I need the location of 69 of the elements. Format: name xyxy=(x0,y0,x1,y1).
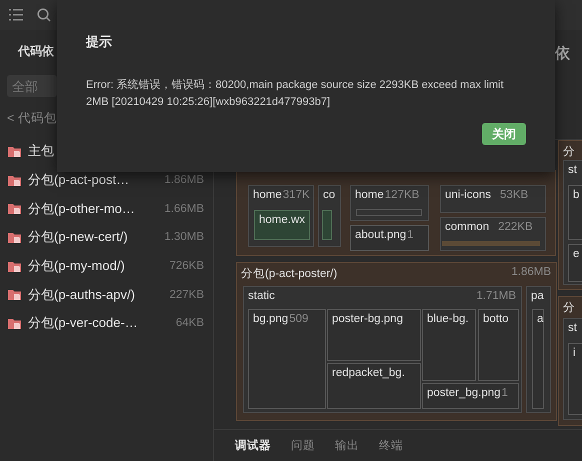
node-size: 127KB xyxy=(384,189,420,201)
node-label: common xyxy=(445,221,490,233)
folder-icon xyxy=(8,174,23,187)
header-title: 依 xyxy=(555,44,570,64)
node-label: 分 xyxy=(563,300,575,315)
dialog-title: 提示 xyxy=(86,33,113,51)
package-name[interactable]: 分包(p-act-post… xyxy=(28,171,130,190)
node-size: 53KB xyxy=(500,189,528,201)
node-label: about.png xyxy=(355,229,406,241)
panel-tab[interactable]: 调试器 xyxy=(235,438,271,453)
node-size: 1.86MB xyxy=(511,266,551,278)
panel-tab[interactable]: 问题 xyxy=(291,438,315,453)
filter-field[interactable]: 全部 xyxy=(7,75,57,97)
size-bar xyxy=(356,209,422,216)
node-label: 分包(p-act-poster/) xyxy=(241,266,338,281)
file-block xyxy=(478,309,519,381)
panel-title: 代码依 xyxy=(18,43,54,60)
node-label: poster_bg.png xyxy=(427,387,501,399)
node-size: 1.71MB xyxy=(476,290,516,302)
node-label: bg.png xyxy=(253,313,288,325)
file-block xyxy=(254,210,310,240)
node-label: static xyxy=(248,290,275,302)
node-size: 222KB xyxy=(498,221,533,233)
package-name[interactable]: 分包(p-auths-apv/) xyxy=(28,286,135,304)
package-size: 227KB xyxy=(169,288,204,301)
node-label: home xyxy=(355,189,384,201)
panel-tab[interactable]: 输出 xyxy=(335,438,359,453)
node-label: st xyxy=(568,164,577,176)
folder-icon xyxy=(8,230,23,244)
node-label: pa xyxy=(531,290,544,302)
node-label: uni-icons xyxy=(445,189,492,201)
node-size: 1 xyxy=(407,229,414,241)
package-name[interactable]: 分包(p-other-mo… xyxy=(28,200,135,218)
node-size: 317K xyxy=(282,189,310,201)
package-size: 1.86MB xyxy=(164,174,204,186)
node-label: botto xyxy=(483,313,509,325)
back-link[interactable]: < 代码包 xyxy=(7,110,57,125)
node-size: 509 xyxy=(289,313,308,325)
list-icon[interactable] xyxy=(9,9,23,21)
package-size: 64KB xyxy=(176,317,204,330)
node-label: home.wx xyxy=(259,214,306,226)
package-name[interactable]: 主包 xyxy=(28,142,54,160)
node-label: 分 xyxy=(563,144,575,159)
error-message: Error: 系统错误，错误码：80200,main package source size 2293KB exceed max limit 2MB [20210429 10:25:26][wxb963221d477993b7] xyxy=(86,78,505,110)
folder-icon xyxy=(8,144,23,158)
node-label: redpacket_bg. xyxy=(332,367,405,379)
panel-tab[interactable]: 终端 xyxy=(379,438,403,453)
folder-icon xyxy=(8,260,23,273)
node-label: co xyxy=(323,189,336,201)
folder-icon xyxy=(8,288,23,302)
package-name[interactable]: 分包(p-ver-code-… xyxy=(28,314,138,332)
package-size: 1.30MB xyxy=(164,231,204,244)
package-name[interactable]: 分包(p-my-mod/) xyxy=(28,257,125,276)
node-label: e xyxy=(573,248,580,260)
folder-icon xyxy=(8,316,23,330)
package-size: 1.66MB xyxy=(164,202,204,215)
package-name[interactable]: 分包(p-new-cert/) xyxy=(28,228,128,246)
node-label: blue-bg. xyxy=(427,313,469,325)
package-size: 726KB xyxy=(169,260,204,272)
node-label: a xyxy=(537,313,544,325)
search-icon[interactable] xyxy=(37,8,51,22)
folder-icon xyxy=(8,202,23,216)
node-label: i xyxy=(573,347,576,359)
node-label: poster-bg.png xyxy=(332,313,403,325)
node-label: b xyxy=(573,189,580,201)
node-size: 1 xyxy=(502,387,508,399)
file-block xyxy=(322,210,332,240)
node-label: st xyxy=(568,322,577,334)
node-label: home xyxy=(253,189,282,201)
